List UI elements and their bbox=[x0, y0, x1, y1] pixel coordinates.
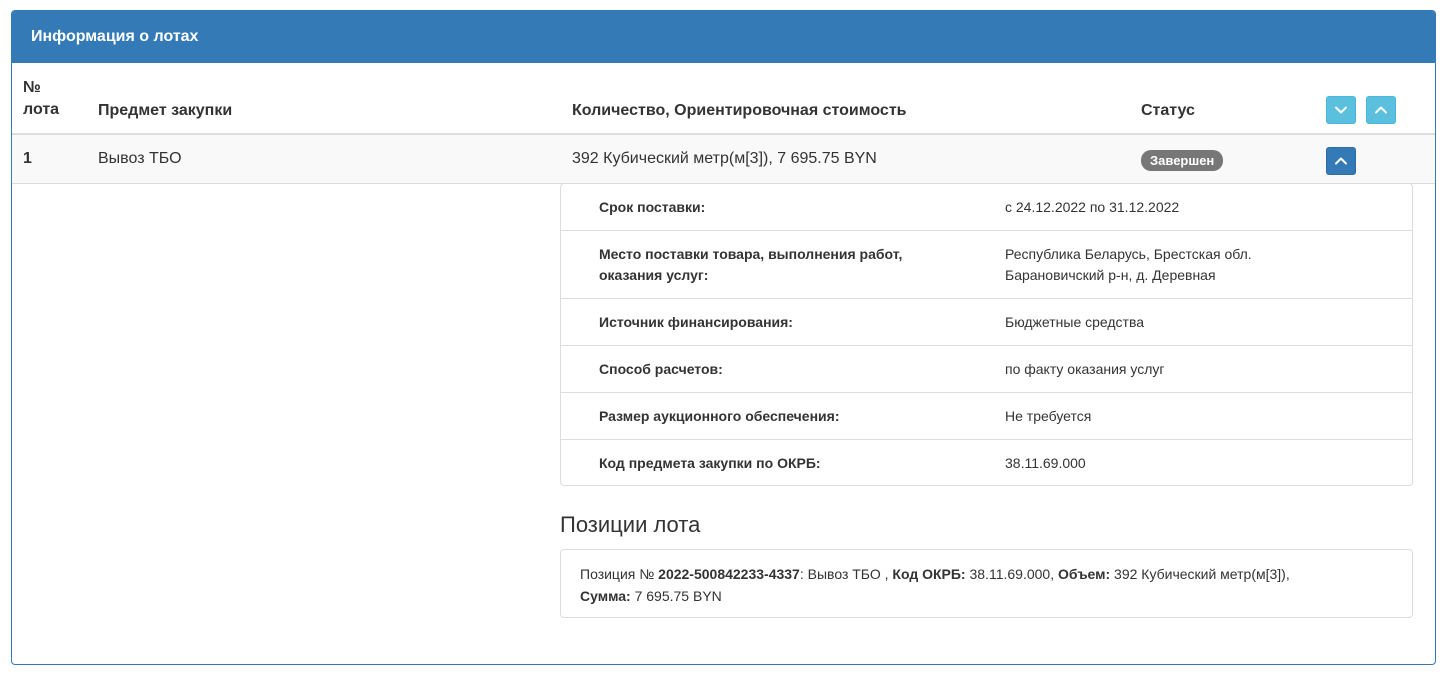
chevron-up-icon bbox=[1375, 106, 1387, 114]
lot-number: 1 bbox=[23, 150, 32, 167]
collapse-all-button[interactable] bbox=[1366, 96, 1396, 124]
detail-row-delivery-period: Срок поставки: с 24.12.2022 по 31.12.202… bbox=[561, 184, 1412, 231]
positions-title: Позиции лота bbox=[560, 512, 701, 537]
detail-label: Код предмета закупки по ОКРБ: bbox=[599, 455, 821, 471]
lot-quantity: 392 Кубический метр(м[3]), 7 695.75 BYN bbox=[572, 150, 877, 167]
header-quantity: Количество, Ориентировочная стоимость bbox=[572, 102, 907, 119]
detail-value: 38.11.69.000 bbox=[1005, 455, 1086, 471]
chevron-down-icon bbox=[1335, 106, 1347, 114]
detail-value: Бюджетные средства bbox=[1005, 314, 1145, 330]
header-status: Статус bbox=[1141, 102, 1195, 119]
header-lot-number: № лота bbox=[23, 79, 60, 118]
position-okrb: 38.11.69.000, bbox=[965, 566, 1058, 582]
detail-label: Место поставки товара, выполнения работ,… bbox=[599, 246, 903, 283]
header-subject: Предмет закупки bbox=[98, 102, 233, 119]
detail-value: с 24.12.2022 по 31.12.2022 bbox=[1005, 199, 1180, 215]
detail-label: Источник финансирования: bbox=[599, 314, 793, 330]
table-header: № лота Предмет закупки Количество, Ориен… bbox=[12, 63, 1435, 135]
detail-row-delivery-place: Место поставки товара, выполнения работ,… bbox=[561, 231, 1412, 299]
detail-row-funding-source: Источник финансирования: Бюджетные средс… bbox=[561, 299, 1412, 346]
position-volume: 392 Кубический метр(м[3]), bbox=[1110, 566, 1290, 582]
detail-label: Срок поставки: bbox=[599, 199, 706, 215]
position-sum: 7 695.75 BYN bbox=[630, 588, 722, 604]
detail-row-auction-security: Размер аукционного обеспечения: Не требу… bbox=[561, 393, 1412, 440]
row-collapse-button[interactable] bbox=[1326, 147, 1356, 175]
status-badge: Завершен bbox=[1141, 150, 1224, 171]
position-item: Позиция № 2022-500842233-4337: Вывоз ТБО… bbox=[560, 549, 1413, 618]
detail-label: Размер аукционного обеспечения: bbox=[599, 408, 840, 424]
detail-value: Не требуется bbox=[1005, 408, 1092, 424]
position-number: 2022-500842233-4337 bbox=[658, 566, 800, 582]
lot-details-table: Срок поставки: с 24.12.2022 по 31.12.202… bbox=[560, 183, 1413, 486]
table-row: 1 Вывоз ТБО 392 Кубический метр(м[3]), 7… bbox=[12, 135, 1435, 184]
detail-row-payment-method: Способ расчетов: по факту оказания услуг bbox=[561, 346, 1412, 393]
detail-value: Республика Беларусь, Брестская обл. Бара… bbox=[1005, 246, 1252, 283]
detail-value: по факту оказания услуг bbox=[1005, 361, 1165, 377]
panel-title: Информация о лотах bbox=[12, 11, 1435, 63]
detail-label: Способ расчетов: bbox=[599, 361, 723, 377]
expand-all-button[interactable] bbox=[1326, 96, 1356, 124]
chevron-up-icon bbox=[1335, 157, 1347, 165]
lot-subject: Вывоз ТБО bbox=[98, 150, 182, 167]
detail-row-okrb-code: Код предмета закупки по ОКРБ: 38.11.69.0… bbox=[561, 440, 1412, 485]
